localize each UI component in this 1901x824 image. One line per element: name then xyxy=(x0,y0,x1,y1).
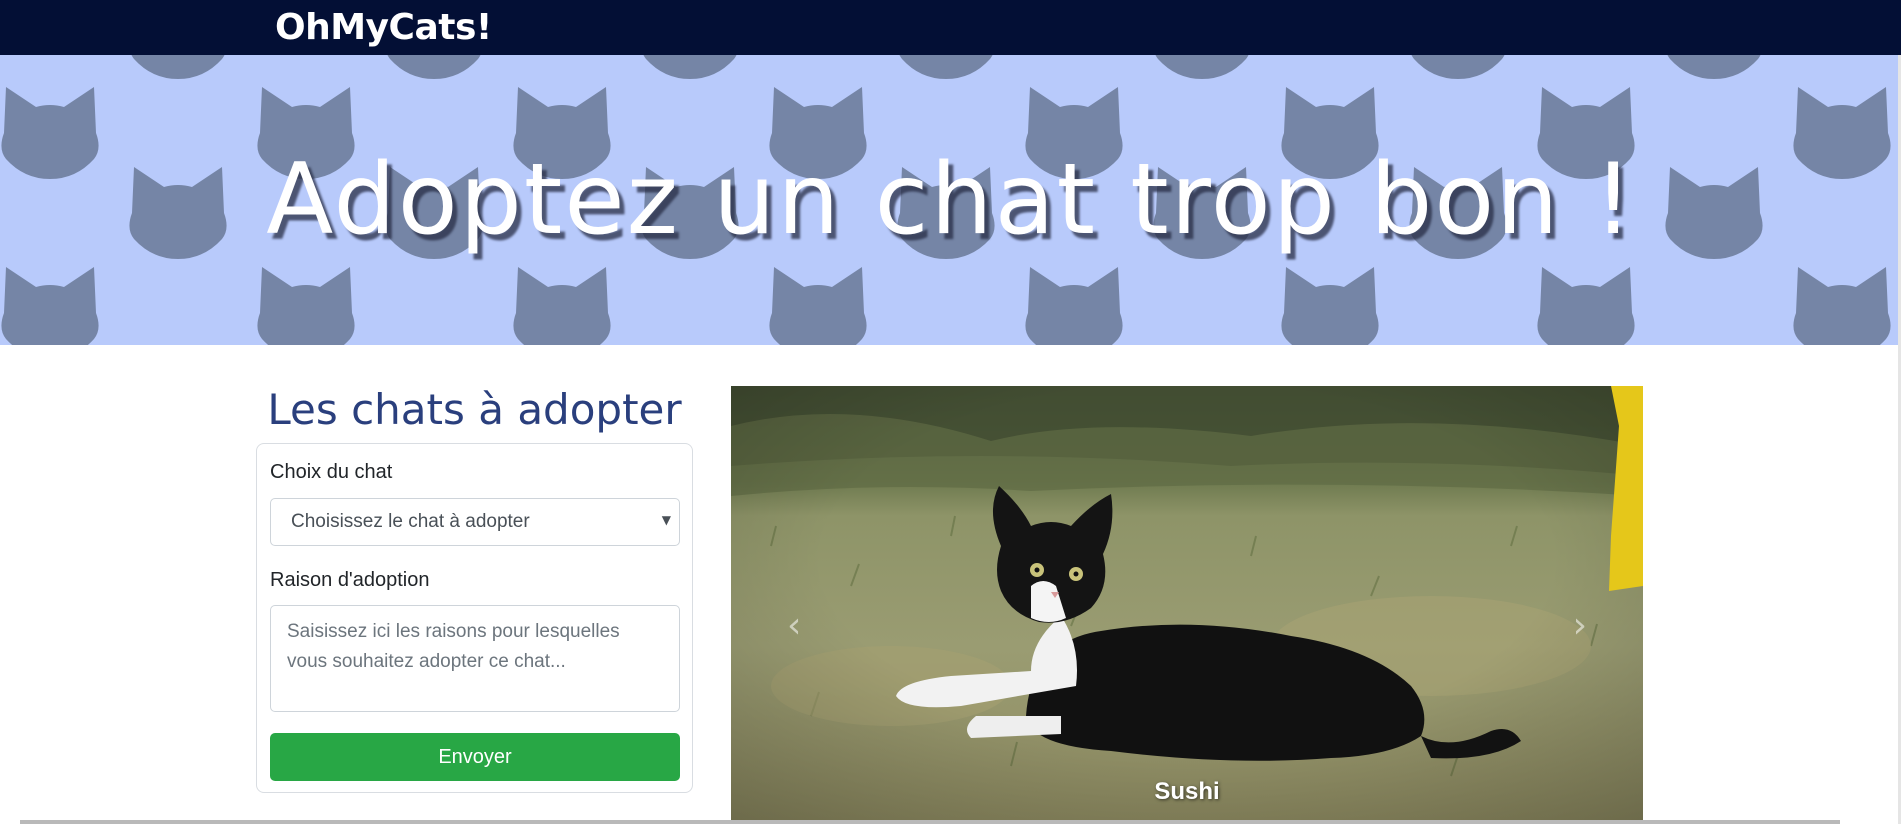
hero-banner: Adoptez un chat trop bon ! xyxy=(0,55,1901,345)
cat-head-icon xyxy=(897,55,995,79)
cat-head-icon xyxy=(1665,55,1763,79)
cat-select-value: Choisissez le chat à adopter xyxy=(291,511,530,532)
cat-head-icon xyxy=(257,267,355,345)
reason-label: Raison d'adoption xyxy=(270,569,430,591)
cat-head-icon xyxy=(1537,267,1635,345)
hero-title: Adoptez un chat trop bon ! xyxy=(266,143,1635,257)
reason-textarea[interactable]: Saisissez ici les raisons pour lesquelle… xyxy=(270,605,680,712)
cat-carousel: ‹ › Sushi xyxy=(731,386,1643,820)
cat-head-icon xyxy=(1281,267,1379,345)
cat-head-icon xyxy=(1153,55,1251,79)
carousel-caption: Sushi xyxy=(1154,778,1220,805)
cat-head-icon xyxy=(1025,267,1123,345)
horizontal-scrollbar[interactable] xyxy=(20,820,1840,824)
caret-down-icon: ▼ xyxy=(661,513,671,527)
cat-select-label: Choix du chat xyxy=(270,461,393,483)
cat-select[interactable]: Choisissez le chat à adopter ▼ xyxy=(270,498,680,546)
chevron-right-icon[interactable]: › xyxy=(1573,608,1587,644)
chevron-left-icon[interactable]: ‹ xyxy=(787,608,801,644)
brand-logo[interactable]: OhMyCats! xyxy=(275,4,492,52)
cat-head-icon xyxy=(385,55,483,79)
cat-head-icon xyxy=(1409,55,1507,79)
cat-head-icon xyxy=(769,267,867,345)
adoption-form: Choix du chat Choisissez le chat à adopt… xyxy=(256,443,693,793)
cat-head-icon xyxy=(641,55,739,79)
cat-head-icon xyxy=(513,267,611,345)
cat-head-icon xyxy=(1,267,99,345)
cat-head-icon xyxy=(129,55,227,79)
cat-photo xyxy=(731,386,1643,820)
submit-button[interactable]: Envoyer xyxy=(270,733,680,781)
navbar: OhMyCats! xyxy=(0,0,1901,55)
cat-head-icon xyxy=(1793,267,1891,345)
section-title: Les chats à adopter xyxy=(267,385,682,434)
